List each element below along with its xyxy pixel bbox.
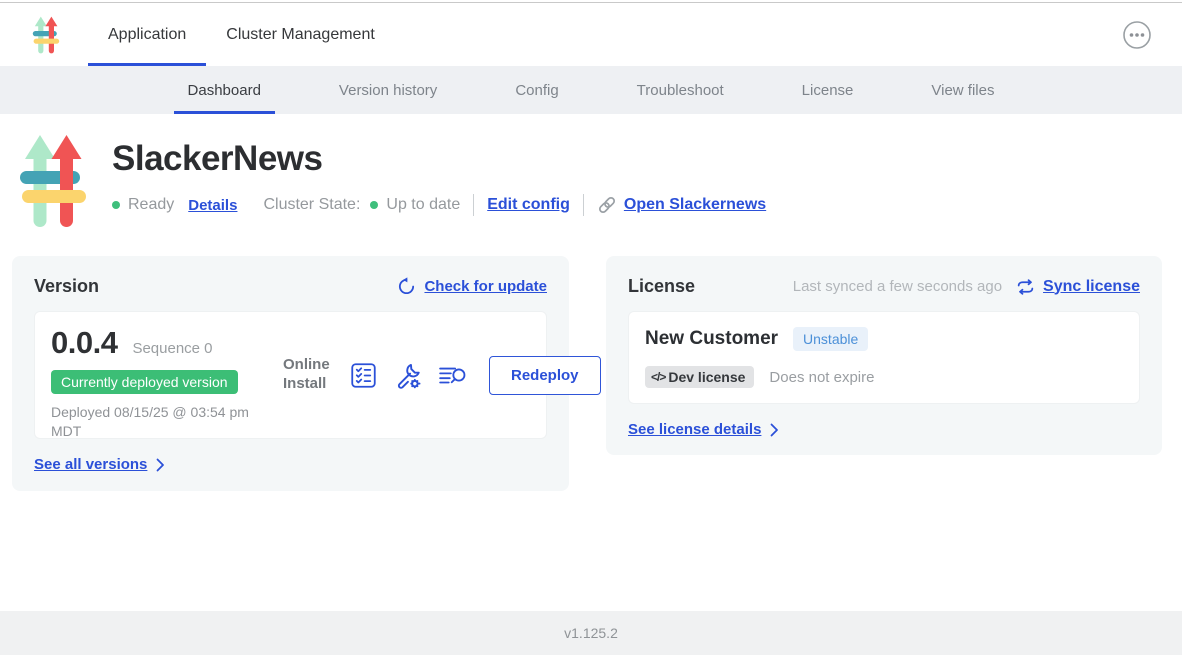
subnav-tab-dashboard[interactable]: Dashboard — [174, 66, 275, 114]
app-subnav: Dashboard Version history Config Trouble… — [0, 66, 1182, 114]
cluster-state-dot-icon — [370, 201, 378, 209]
header-tabs: Application Cluster Management — [88, 3, 395, 66]
app-logo-icon — [30, 3, 64, 66]
install-type-label: Online Install — [283, 356, 333, 394]
license-details-panel: New Customer Unstable </> Dev license Do… — [628, 311, 1140, 404]
lines-magnifier-icon — [438, 363, 468, 387]
chevron-right-icon — [770, 423, 779, 437]
version-card: Version Check for update 0.0.4 Sequ — [12, 256, 569, 491]
app-logo-large-icon — [20, 131, 86, 231]
console-version: v1.125.2 — [564, 625, 618, 641]
ellipsis-circle-icon — [1122, 20, 1152, 50]
dashboard-cards: Version Check for update 0.0.4 Sequ — [12, 256, 1162, 491]
app-status-row: Ready Details Cluster State: Up to date … — [112, 194, 766, 216]
preflight-checks-button[interactable] — [348, 360, 378, 390]
deployed-status-badge: Currently deployed version — [51, 370, 238, 394]
app-hero: SlackerNews Ready Details Cluster State:… — [20, 131, 1162, 231]
edit-config-icon-button[interactable] — [393, 360, 423, 390]
open-app-link[interactable]: Open Slackernews — [597, 195, 766, 215]
status-details-link[interactable]: Details — [188, 197, 237, 214]
sync-license-label: Sync license — [1043, 278, 1140, 296]
check-for-update-label: Check for update — [424, 278, 547, 295]
view-logs-button[interactable] — [438, 360, 468, 390]
more-menu-button[interactable] — [1122, 20, 1152, 50]
code-icon: </> — [651, 370, 665, 384]
deployed-timestamp: Deployed 08/15/25 @ 03:54 pm MDT — [51, 403, 263, 441]
subnav-tab-version-history[interactable]: Version history — [325, 66, 451, 114]
sync-arrows-icon — [1016, 279, 1035, 295]
sync-license-link[interactable]: Sync license — [1016, 278, 1140, 296]
open-app-link-label: Open Slackernews — [624, 196, 766, 214]
page-title: SlackerNews — [112, 139, 766, 179]
license-last-synced: Last synced a few seconds ago — [793, 278, 1002, 295]
license-card: License Last synced a few seconds ago Sy… — [606, 256, 1162, 455]
tab-application[interactable]: Application — [88, 3, 206, 66]
checklist-icon — [350, 362, 377, 389]
license-type-badge: </> Dev license — [645, 366, 754, 388]
tab-cluster-management[interactable]: Cluster Management — [206, 3, 395, 66]
channel-badge: Unstable — [793, 327, 868, 351]
app-status-dot-icon — [112, 201, 120, 209]
status-divider — [583, 194, 584, 216]
current-version-panel: 0.0.4 Sequence 0 Currently deployed vers… — [34, 311, 547, 439]
customer-name: New Customer — [645, 328, 778, 350]
wrench-gear-icon — [395, 362, 422, 389]
check-for-update-link[interactable]: Check for update — [397, 277, 547, 296]
console-footer: v1.125.2 — [0, 611, 1182, 655]
chain-link-icon — [597, 195, 617, 215]
license-expiry: Does not expire — [769, 369, 874, 386]
edit-config-link[interactable]: Edit config — [487, 196, 570, 214]
license-card-title: License — [628, 276, 695, 297]
status-divider — [473, 194, 474, 216]
redeploy-button[interactable]: Redeploy — [489, 356, 601, 395]
app-status-label: Ready — [128, 196, 174, 214]
version-number: 0.0.4 — [51, 325, 117, 361]
chevron-right-icon — [156, 458, 165, 472]
refresh-icon — [397, 277, 416, 296]
license-type-label: Dev license — [668, 369, 745, 385]
see-license-details-label: See license details — [628, 421, 761, 438]
see-all-versions-link[interactable]: See all versions — [34, 456, 547, 473]
app-header: Application Cluster Management — [0, 3, 1182, 66]
subnav-tab-view-files[interactable]: View files — [917, 66, 1008, 114]
subnav-tab-config[interactable]: Config — [501, 66, 572, 114]
see-license-details-link[interactable]: See license details — [628, 421, 1140, 438]
cluster-state-label: Cluster State: — [263, 196, 360, 214]
dashboard-content: SlackerNews Ready Details Cluster State:… — [0, 114, 1182, 611]
see-all-versions-label: See all versions — [34, 456, 147, 473]
subnav-tab-troubleshoot[interactable]: Troubleshoot — [623, 66, 738, 114]
version-sequence: Sequence 0 — [132, 340, 212, 357]
version-card-title: Version — [34, 276, 99, 297]
subnav-tab-license[interactable]: License — [788, 66, 868, 114]
cluster-state-value: Up to date — [386, 196, 460, 214]
